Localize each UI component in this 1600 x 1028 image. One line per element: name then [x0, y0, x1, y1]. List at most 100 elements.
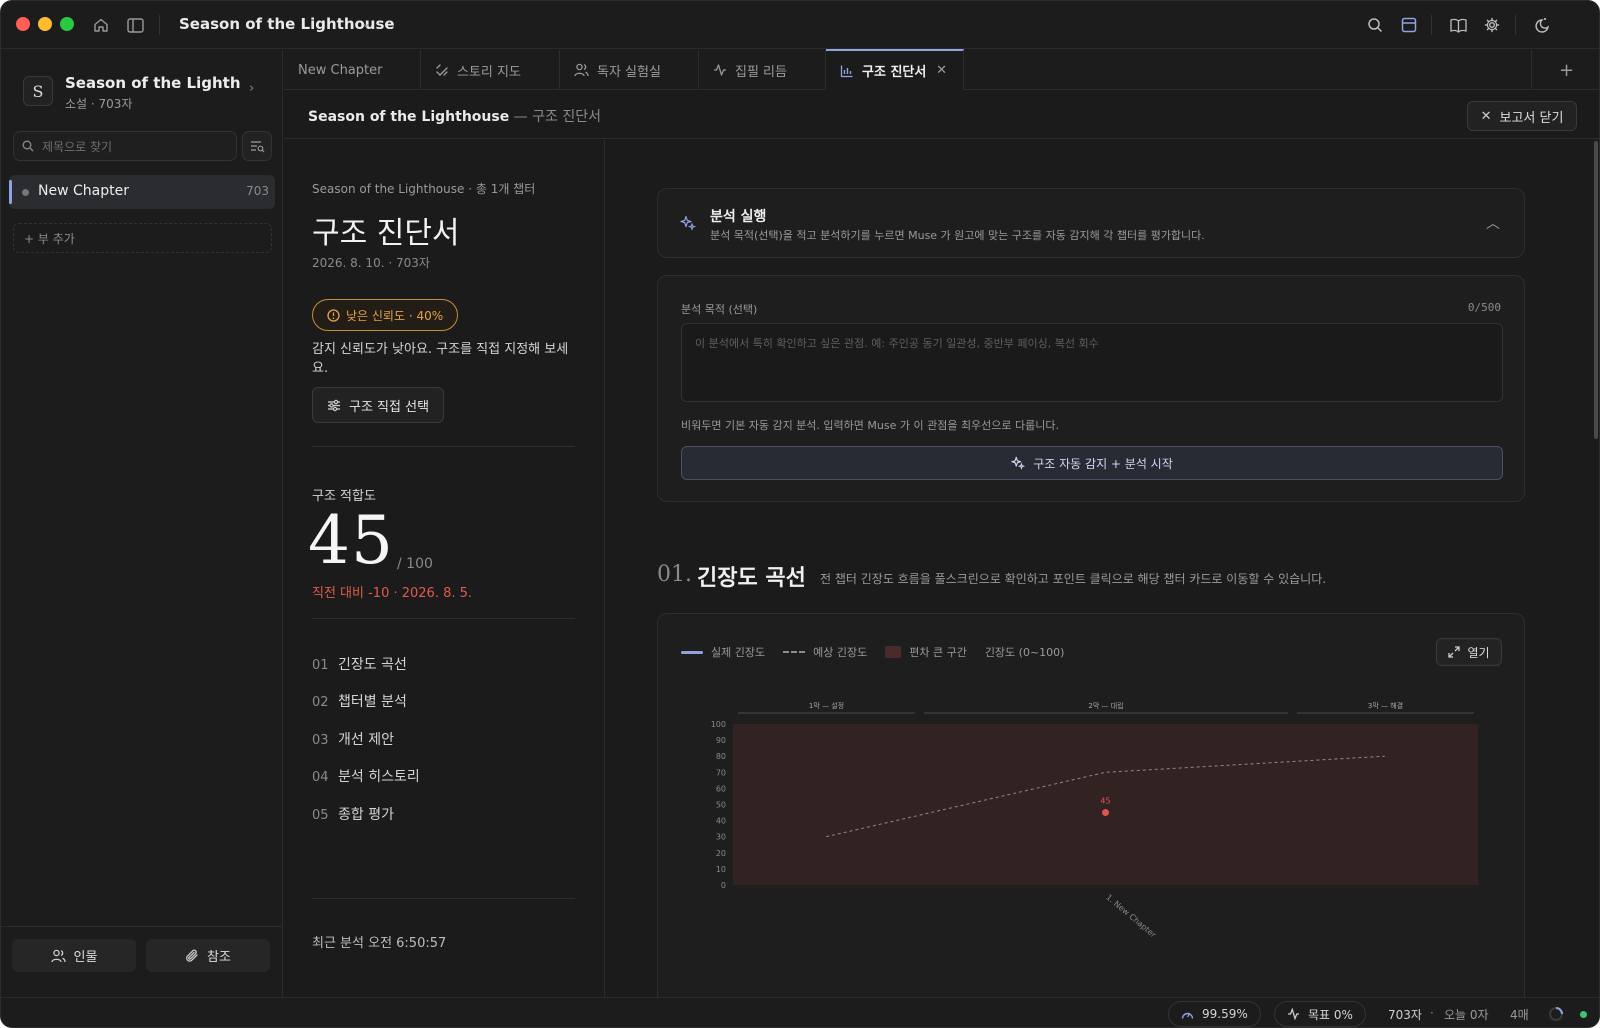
minimize-window-button[interactable] [38, 17, 52, 31]
y-tick-label: 50 [716, 801, 726, 810]
references-button[interactable]: 참조 [146, 939, 270, 972]
run-analysis-title: 분석 실행 [710, 209, 767, 225]
manual-structure-button[interactable]: 구조 직접 선택 [312, 387, 445, 423]
tab-writing-rhythm[interactable]: 집필 리듬 [699, 50, 826, 90]
tension-chart[interactable]: 1막 — 설정 2막 — 대립 3막 — 해결 0 10 20 30 40 50 60 70 80 90… [658, 614, 1524, 997]
goal-pill[interactable]: 목표 0% [1274, 1001, 1366, 1027]
search-icon[interactable] [1363, 13, 1387, 37]
add-part-label: + 부 추가 [24, 232, 75, 246]
section-number: 01. [657, 562, 692, 587]
toc-item-history[interactable]: 04 분석 히스토리 [312, 766, 420, 786]
maximize-window-button[interactable] [60, 17, 74, 31]
tab-new-chapter[interactable]: New Chapter [284, 50, 421, 90]
y-tick-label: 80 [716, 752, 726, 761]
tab-reader-lab[interactable]: 독자 실험실 [560, 50, 699, 90]
chevron-down-icon[interactable]: ⌄ [361, 16, 371, 30]
tab-structure-report[interactable]: 구조 진단서 ✕ [826, 49, 964, 90]
report-subtitle: Season of the Lighthouse · 총 1개 챕터 [312, 182, 536, 196]
char-count: 703자 [1388, 1008, 1422, 1022]
tension-chart-card: 실제 긴장도 예상 긴장도 편차 큰 구간 긴장도 (0~100) 열기 1막 … [657, 613, 1525, 997]
close-report-button[interactable]: ✕ 보고서 닫기 [1467, 101, 1577, 131]
chevron-up-icon[interactable]: ︿ [1486, 213, 1500, 233]
book-icon[interactable] [1446, 13, 1470, 37]
sliders-icon [328, 399, 340, 411]
section-title: 긴장도 곡선 [697, 566, 806, 591]
fit-score: 45 [308, 502, 394, 579]
toc-number: 05 [312, 808, 329, 823]
search-input[interactable] [42, 138, 227, 156]
scrollbar-thumb[interactable] [1594, 141, 1598, 439]
breadcrumb: Season of the Lighthouse — 구조 진단서 [308, 106, 601, 126]
toc-item-overall[interactable]: 05 종합 평가 [312, 804, 394, 824]
y-tick-label: 40 [716, 817, 726, 826]
add-part-button[interactable]: + 부 추가 [13, 223, 272, 253]
toc-item-chapter-analysis[interactable]: 02 챕터별 분석 [312, 691, 407, 711]
toc-item-tension-curve[interactable]: 01 긴장도 곡선 [312, 654, 407, 674]
x-tick-label: 1. New Chapter [1104, 893, 1158, 940]
sidebar-toggle-icon[interactable] [123, 13, 147, 37]
score-value: 99.59% [1202, 1007, 1248, 1021]
close-icon: ✕ [1480, 108, 1492, 124]
characters-button[interactable]: 인물 [12, 939, 136, 972]
add-tab-button[interactable]: + [1531, 50, 1599, 90]
sparkle-icon [1011, 456, 1026, 470]
report-summary-panel: Season of the Lighthouse · 총 1개 챕터 구조 진단… [284, 140, 605, 997]
project-name[interactable]: Season of the Lighthou... [65, 74, 240, 92]
users-icon [50, 949, 66, 962]
filter-list-icon [250, 140, 264, 152]
section-description: 전 챕터 긴장도 흐름을 풀스크린으로 확인하고 포인트 클릭으로 해당 챕터 … [820, 572, 1327, 586]
divider [1515, 15, 1516, 35]
close-tab-icon[interactable]: ✕ [936, 63, 947, 78]
start-analysis-label: 구조 자동 감지 + 분석 시작 [1033, 456, 1173, 471]
filter-search-button[interactable] [242, 131, 272, 161]
actual-tension-point [1102, 809, 1109, 817]
alert-circle-icon [327, 308, 340, 322]
home-icon[interactable] [89, 13, 113, 37]
confidence-note: 감지 신뢰도가 낮아요. 구조를 직접 지정해 보세요. [312, 342, 569, 376]
report-title: 구조 진단서 [312, 216, 460, 251]
purpose-input[interactable] [681, 323, 1503, 402]
y-tick-label: 90 [716, 736, 726, 745]
fit-max: / 100 [397, 556, 433, 572]
gear-icon[interactable] [1480, 13, 1504, 37]
chevron-right-icon[interactable]: › [249, 81, 254, 96]
close-window-button[interactable] [16, 17, 30, 31]
report-main: 분석 실행 분석 목적(선택)을 적고 분석하기를 누르면 Muse 가 원고에… [606, 140, 1599, 997]
chapter-list-item[interactable]: New Chapter 703 [9, 175, 275, 209]
bar-chart-icon [840, 65, 853, 77]
pulse-icon [714, 64, 726, 76]
manual-structure-label: 구조 직접 선택 [349, 399, 430, 415]
today-count: 오늘 0자 [1444, 1008, 1489, 1022]
goal-value: 목표 0% [1308, 1007, 1353, 1022]
toc-item-suggestions[interactable]: 03 개선 제안 [312, 729, 394, 749]
y-tick-label: 10 [716, 865, 726, 874]
toc-number: 04 [312, 770, 329, 785]
paperclip-icon [186, 949, 198, 962]
purpose-label: 분석 목적 (선택) [681, 303, 758, 316]
start-analysis-button[interactable]: 구조 자동 감지 + 분석 시작 [681, 446, 1503, 480]
act-label: 1막 — 설정 [809, 701, 844, 710]
run-analysis-header[interactable]: 분석 실행 분석 목적(선택)을 적고 분석하기를 누르면 Muse 가 원고에… [657, 188, 1525, 258]
document-header: Season of the Lighthouse — 구조 진단서 ✕ 보고서 … [284, 91, 1599, 139]
theme-toggle-icon[interactable] [1529, 13, 1553, 37]
tab-story-map[interactable]: 스토리 지도 [421, 50, 560, 90]
project-avatar[interactable]: S [23, 76, 53, 106]
score-pill[interactable]: 99.59% [1168, 1001, 1261, 1027]
y-tick-label: 60 [716, 784, 726, 793]
divider [312, 618, 575, 619]
tab-label: New Chapter [298, 62, 383, 78]
chapter-name: New Chapter [38, 183, 129, 199]
last-analysis-time: 최근 분석 오전 6:50:57 [312, 936, 447, 951]
story-map-icon [436, 64, 448, 76]
confidence-badge: 낮은 신뢰도 · 40% [312, 299, 459, 331]
tab-label: 스토리 지도 [457, 64, 521, 80]
search-icon [22, 140, 34, 152]
breadcrumb-page: — 구조 진단서 [509, 109, 601, 125]
status-bar: 99.59% 목표 0% 703자 · 오늘 0자 4매 [1, 997, 1599, 1027]
y-tick-label: 0 [721, 881, 726, 890]
gauge-icon [1181, 1012, 1194, 1019]
pulse-icon [1288, 1008, 1299, 1020]
references-label: 참조 [207, 950, 231, 965]
layout-icon[interactable] [1397, 13, 1421, 37]
chapter-search[interactable] [13, 131, 237, 161]
